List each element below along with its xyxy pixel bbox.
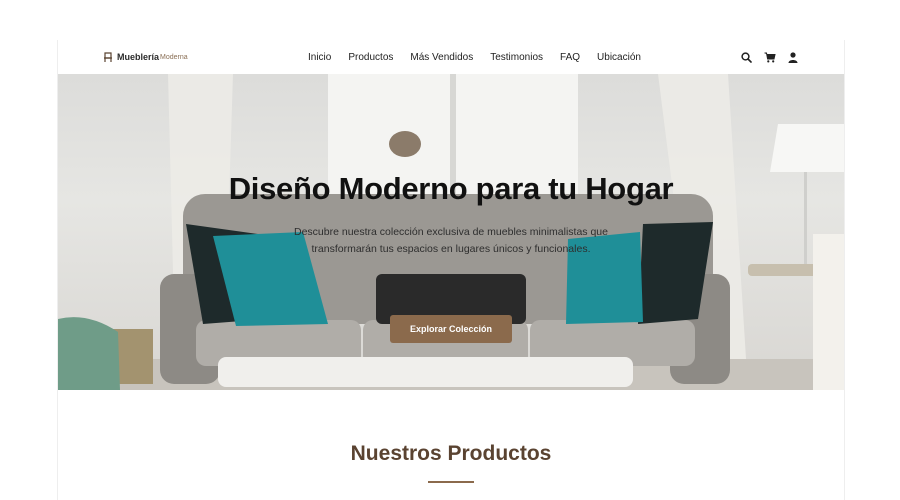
nav-link-inicio[interactable]: Inicio (308, 52, 331, 63)
hero-section: Diseño Moderno para tu Hogar Descubre nu… (58, 74, 844, 390)
hero-subtitle-line-1: Descubre nuestra colección exclusiva de … (294, 226, 608, 238)
hero-subtitle-line-2: transformarán tus espacios en lugares ún… (311, 243, 591, 255)
cart-icon[interactable] (763, 51, 776, 64)
brand-name: Mueblería (117, 52, 160, 62)
products-section-title: Nuestros Productos (350, 442, 552, 465)
hero-title: Diseño Moderno para tu Hogar (228, 171, 674, 206)
nav-link-testimonios[interactable]: Testimonios (490, 52, 543, 63)
user-icon[interactable] (786, 51, 799, 64)
nav-icons (740, 40, 799, 74)
explore-collection-button[interactable]: Explorar Colección (390, 315, 512, 343)
chair-icon (104, 51, 112, 62)
brand-tag: Moderna (160, 53, 188, 61)
section-divider (428, 481, 474, 483)
search-icon[interactable] (740, 51, 753, 64)
navbar: Mueblería Moderna Inicio Productos Más Ve… (58, 40, 844, 74)
nav-links: Inicio Productos Más Vendidos Testimonio… (308, 40, 658, 74)
nav-link-productos[interactable]: Productos (348, 52, 393, 63)
nav-link-faq[interactable]: FAQ (560, 52, 580, 63)
page: Mueblería Moderna Inicio Productos Más Ve… (57, 40, 845, 500)
nav-link-ubicacion[interactable]: Ubicación (597, 52, 641, 63)
hero-subtitle: Descubre nuestra colección exclusiva de … (251, 224, 651, 258)
brand-logo[interactable]: Mueblería Moderna (103, 40, 188, 74)
nav-link-mas-vendidos[interactable]: Más Vendidos (410, 52, 473, 63)
